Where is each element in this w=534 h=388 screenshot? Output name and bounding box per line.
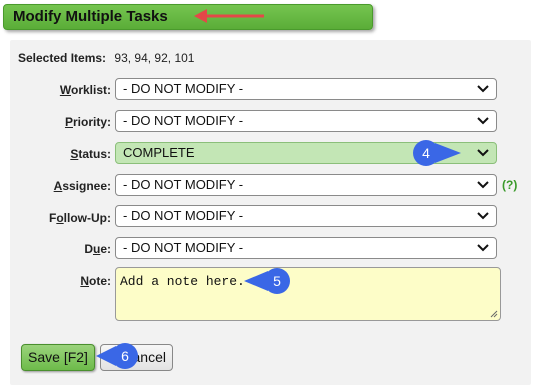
note-textarea[interactable]: Add a note here. bbox=[115, 267, 501, 321]
selected-items: Selected Items: 93, 94, 92, 101 bbox=[18, 51, 194, 65]
due-label: Due: bbox=[84, 242, 111, 256]
assignee-help-link[interactable]: (?) bbox=[502, 178, 517, 192]
status-label: Status: bbox=[70, 147, 111, 161]
resize-handle-icon[interactable] bbox=[490, 310, 498, 318]
note-label: Note: bbox=[80, 274, 111, 288]
callout-5: 5 bbox=[244, 268, 290, 294]
followup-label: Follow-Up: bbox=[48, 211, 111, 225]
due-select[interactable]: - DO NOT MODIFY - bbox=[115, 237, 497, 259]
chevron-down-icon bbox=[477, 85, 489, 93]
callout-6: 6 bbox=[96, 343, 138, 369]
chevron-down-icon bbox=[477, 181, 489, 189]
selected-items-value: 93, 94, 92, 101 bbox=[114, 51, 195, 65]
assignee-select[interactable]: - DO NOT MODIFY - bbox=[115, 174, 497, 196]
callout-4: 4 bbox=[413, 140, 461, 166]
chevron-down-icon bbox=[477, 212, 489, 220]
worklist-select[interactable]: - DO NOT MODIFY - bbox=[115, 78, 497, 100]
arrow-annotation bbox=[194, 9, 264, 23]
worklist-label: Worklist: bbox=[59, 83, 111, 97]
chevron-down-icon bbox=[477, 244, 489, 252]
selected-items-label: Selected Items: bbox=[18, 51, 107, 65]
page-title-bar: Modify Multiple Tasks bbox=[3, 4, 373, 30]
priority-select[interactable]: - DO NOT MODIFY - bbox=[115, 110, 497, 132]
chevron-down-icon bbox=[477, 117, 489, 125]
priority-label: Priority: bbox=[64, 115, 111, 129]
page-title: Modify Multiple Tasks bbox=[13, 8, 168, 25]
save-button[interactable]: Save [F2] bbox=[21, 344, 95, 371]
followup-select[interactable]: - DO NOT MODIFY - bbox=[115, 205, 497, 227]
assignee-label: Assignee: bbox=[53, 179, 111, 193]
chevron-down-icon bbox=[477, 149, 489, 157]
